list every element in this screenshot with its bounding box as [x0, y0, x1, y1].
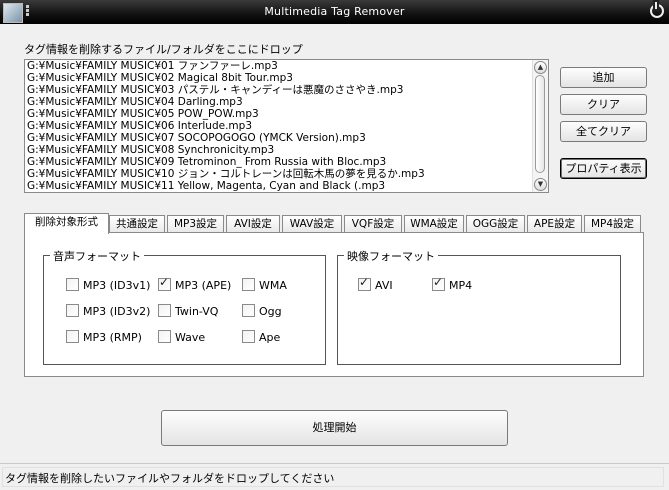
tab-vqf[interactable]: VQF設定: [344, 215, 402, 233]
tab-wma[interactable]: WMA設定: [404, 215, 464, 233]
checkbox-box[interactable]: [66, 330, 79, 343]
list-item[interactable]: G:¥Music¥FAMILY MUSIC¥02 Magical 8bit To…: [27, 72, 532, 84]
list-item[interactable]: G:¥Music¥FAMILY MUSIC¥03 パステル・キャンディーは悪魔の…: [27, 84, 532, 96]
list-item[interactable]: G:¥Music¥FAMILY MUSIC¥05 POW_POW.mp3: [27, 108, 532, 120]
list-item[interactable]: G:¥Music¥FAMILY MUSIC¥10 ジョン・コルトレーンは回転木馬…: [27, 168, 532, 180]
checkbox-box[interactable]: [242, 304, 255, 317]
checkbox-wma[interactable]: WMA: [242, 278, 287, 292]
list-item[interactable]: G:¥Music¥FAMILY MUSIC¥09 Tetrominon_ Fro…: [27, 156, 532, 168]
list-item[interactable]: G:¥Music¥FAMILY MUSIC¥01 ファンファーレ.mp3: [27, 60, 532, 72]
add-button[interactable]: 追加: [560, 67, 647, 88]
tab-mp4[interactable]: MP4設定: [584, 215, 641, 233]
list-item[interactable]: G:¥Music¥FAMILY MUSIC¥08 Synchronicity.m…: [27, 144, 532, 156]
list-item[interactable]: G:¥Music¥FAMILY MUSIC¥06 Interlude.mp3: [27, 120, 532, 132]
tab-mp3[interactable]: MP3設定: [167, 215, 224, 233]
checkbox-wave[interactable]: Wave: [158, 330, 205, 344]
checkbox-mp3-ape[interactable]: MP3 (APE): [158, 276, 231, 292]
audio-group-title: 音声フォーマット: [50, 248, 144, 264]
tab-delete-formats[interactable]: 削除対象形式: [24, 213, 109, 234]
video-group-title: 映像フォーマット: [344, 248, 438, 264]
audio-format-group: 音声フォーマット MP3 (ID3v1) MP3 (APE) WMA MP3 (…: [43, 248, 326, 365]
status-bar: タグ情報を削除したいファイルやフォルダをドロップしてください: [0, 463, 669, 490]
scroll-up-icon[interactable]: ▲: [534, 61, 547, 74]
checkbox-mp3-id3v2[interactable]: MP3 (ID3v2): [66, 304, 150, 318]
checkbox-avi[interactable]: AVI: [358, 276, 393, 292]
main-window: Multimedia Tag Remover タグ情報を削除するファイル/フォル…: [0, 0, 669, 490]
checkbox-ogg[interactable]: Ogg: [242, 304, 282, 318]
checkbox-box[interactable]: [66, 278, 79, 291]
scroll-thumb[interactable]: [535, 75, 545, 173]
clear-all-button[interactable]: 全てクリア: [560, 121, 647, 142]
tab-avi[interactable]: AVI設定: [226, 215, 280, 233]
video-format-group: 映像フォーマット AVI MP4: [337, 248, 621, 365]
checkbox-mp3-id3v1[interactable]: MP3 (ID3v1): [66, 278, 150, 292]
window-title: Multimedia Tag Remover: [264, 5, 405, 18]
checkbox-ape[interactable]: Ape: [242, 330, 280, 344]
checkbox-mp3-rmp[interactable]: MP3 (RMP): [66, 330, 142, 344]
checkbox-box[interactable]: [242, 330, 255, 343]
start-process-button[interactable]: 処理開始: [161, 410, 508, 446]
status-text: タグ情報を削除したいファイルやフォルダをドロップしてください: [5, 472, 335, 485]
scroll-down-icon[interactable]: ▼: [534, 178, 547, 191]
checkbox-box[interactable]: [432, 276, 445, 291]
checkbox-box[interactable]: [158, 304, 171, 317]
checkbox-box[interactable]: [242, 278, 255, 291]
checkbox-twinvq[interactable]: Twin-VQ: [158, 304, 218, 318]
tab-ogg[interactable]: OGG設定: [466, 215, 525, 233]
list-item[interactable]: G:¥Music¥FAMILY MUSIC¥11 Yellow, Magenta…: [27, 180, 532, 192]
checkbox-box[interactable]: [158, 276, 171, 291]
file-list[interactable]: G:¥Music¥FAMILY MUSIC¥01 ファンファーレ.mp3 G:¥…: [24, 59, 549, 193]
tab-panel: 音声フォーマット MP3 (ID3v1) MP3 (APE) WMA MP3 (…: [24, 232, 644, 377]
properties-button[interactable]: プロパティ表示: [560, 158, 647, 179]
clear-button[interactable]: クリア: [560, 94, 647, 115]
checkbox-box[interactable]: [158, 330, 171, 343]
drop-label: タグ情報を削除するファイル/フォルダをここにドロップ: [24, 43, 303, 56]
checkbox-box[interactable]: [66, 304, 79, 317]
title-bar[interactable]: Multimedia Tag Remover: [0, 0, 669, 24]
checkbox-box[interactable]: [358, 276, 371, 291]
tab-wav[interactable]: WAV設定: [282, 215, 342, 233]
list-item[interactable]: G:¥Music¥FAMILY MUSIC¥07 SOCOPOGOGO (YMC…: [27, 132, 532, 144]
power-icon[interactable]: [650, 2, 664, 18]
checkbox-mp4[interactable]: MP4: [432, 276, 472, 292]
tab-ape[interactable]: APE設定: [527, 215, 582, 233]
tab-common[interactable]: 共通設定: [109, 215, 165, 233]
list-scrollbar[interactable]: ▲ ▼: [532, 60, 548, 192]
list-item[interactable]: G:¥Music¥FAMILY MUSIC¥04 Darling.mp3: [27, 96, 532, 108]
